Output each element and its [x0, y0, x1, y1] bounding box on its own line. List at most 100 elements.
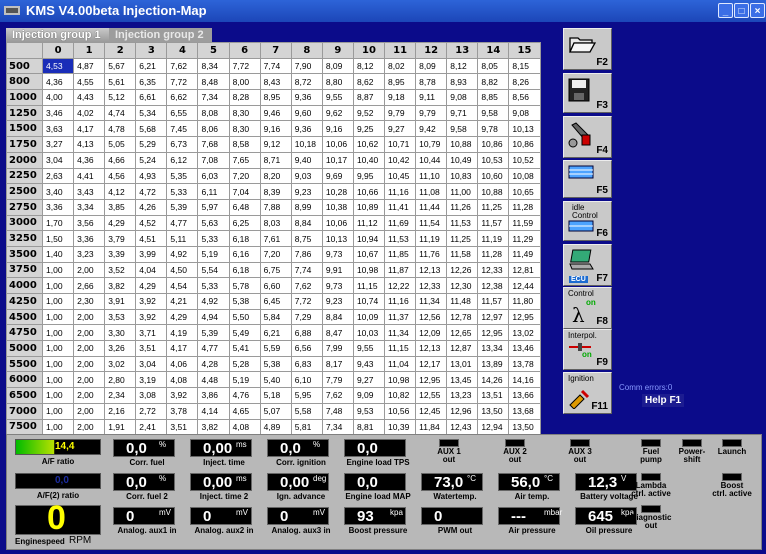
map-cell[interactable]: 3,39 [104, 245, 137, 263]
map-cell[interactable]: 4,21 [166, 293, 199, 310]
map-cell[interactable]: 8,02 [384, 57, 417, 75]
map-cell[interactable]: 8,95 [384, 73, 417, 91]
map-cell[interactable]: 8,39 [259, 183, 292, 200]
map-cell[interactable]: 12,44 [508, 277, 541, 294]
map-cell[interactable]: 9,09 [352, 387, 386, 404]
map-cell[interactable]: 6,61 [135, 89, 168, 106]
map-cell[interactable]: 12,55 [415, 387, 448, 404]
map-cell[interactable]: 12,94 [477, 418, 510, 436]
map-cell[interactable]: 11,25 [477, 198, 510, 216]
map-cell[interactable]: 4,56 [104, 167, 137, 185]
map-cell[interactable]: 13,78 [508, 355, 541, 373]
map-cell[interactable]: 6,88 [290, 324, 323, 342]
map-cell[interactable]: 2,00 [73, 308, 106, 326]
map-cell[interactable]: 11,84 [415, 418, 448, 436]
map-cell[interactable]: 9,55 [352, 340, 386, 357]
map-cell[interactable]: 10,09 [352, 308, 386, 326]
lambda-control-button[interactable]: Control on λ F8 [563, 287, 612, 329]
map-cell[interactable]: 12,33 [415, 277, 448, 294]
map-cell[interactable]: 4,76 [228, 387, 261, 404]
map-cell[interactable]: 8,47 [321, 324, 354, 342]
map-cell[interactable]: 1,91 [104, 418, 137, 436]
map-cell[interactable]: 5,38 [259, 355, 292, 373]
map-cell[interactable]: 5,12 [104, 89, 137, 106]
map-cell[interactable]: 3,04 [135, 355, 168, 373]
map-cell[interactable]: 5,38 [228, 293, 261, 310]
map-cell[interactable]: 9,53 [352, 402, 386, 420]
map-cell[interactable]: 8,81 [352, 418, 386, 436]
map-cell[interactable]: 10,88 [477, 183, 510, 200]
map-cell[interactable]: 9,11 [415, 89, 448, 106]
map-cell[interactable]: 5,19 [228, 371, 261, 389]
map-cell[interactable]: 3,26 [104, 340, 137, 357]
ignition-button[interactable]: Ignition F11 [563, 372, 612, 414]
map-cell[interactable]: 8,15 [508, 57, 541, 75]
map-cell[interactable]: 10,79 [415, 136, 448, 153]
map-cell[interactable]: 5,33 [197, 277, 230, 294]
map-cell[interactable]: 9,16 [259, 120, 292, 138]
map-cell[interactable]: 3,82 [104, 277, 137, 294]
map-cell[interactable]: 6,35 [135, 73, 168, 91]
map-cell[interactable]: 4,26 [135, 198, 168, 216]
map-cell[interactable]: 13,23 [446, 387, 479, 404]
map-cell[interactable]: 5,95 [290, 387, 323, 404]
map-cell[interactable]: 5,39 [197, 324, 230, 342]
map-cell[interactable]: 11,85 [384, 245, 417, 263]
map-cell[interactable]: 4,29 [135, 277, 168, 294]
map-cell[interactable]: 5,07 [259, 402, 292, 420]
map-cell[interactable]: 4,74 [104, 104, 137, 122]
map-cell[interactable]: 10,67 [352, 245, 386, 263]
map-cell[interactable]: 10,60 [477, 167, 510, 185]
map-cell[interactable]: 3,23 [73, 245, 106, 263]
map-cell[interactable]: 8,87 [352, 89, 386, 106]
map-cell[interactable]: 10,38 [321, 198, 354, 216]
map-cell[interactable]: 8,93 [446, 73, 479, 91]
map-cell[interactable]: 6,18 [228, 230, 261, 247]
map-cell[interactable]: 2,00 [73, 387, 106, 404]
map-cell[interactable]: 4,12 [104, 183, 137, 200]
map-cell[interactable]: 11,69 [384, 214, 417, 232]
map-cell[interactable]: 1,00 [41, 324, 75, 342]
map-cell[interactable]: 2,80 [104, 371, 137, 389]
map-cell[interactable]: 8,84 [290, 214, 323, 232]
map-cell[interactable]: 10,06 [321, 214, 354, 232]
map-cell[interactable]: 3,46 [41, 104, 75, 122]
map-cell[interactable]: 4,94 [197, 308, 230, 326]
map-cell[interactable]: 3,91 [104, 293, 137, 310]
map-cell[interactable]: 5,29 [135, 136, 168, 153]
map-cell[interactable]: 5,18 [259, 387, 292, 404]
map-cell[interactable]: 12,45 [415, 402, 448, 420]
map-cell[interactable]: 11,19 [477, 230, 510, 247]
map-cell[interactable]: 3,79 [104, 230, 137, 247]
map-cell[interactable]: 13,02 [508, 324, 541, 342]
map-cell[interactable]: 4,48 [197, 371, 230, 389]
map-cell[interactable]: 4,36 [41, 73, 75, 91]
map-cell[interactable]: 11,10 [415, 167, 448, 185]
maximize-button[interactable]: □ [734, 3, 749, 18]
map-cell[interactable]: 14,16 [508, 371, 541, 389]
map-cell[interactable]: 6,48 [228, 198, 261, 216]
map-cell[interactable]: 8,05 [477, 57, 510, 75]
map-cell[interactable]: 4,04 [135, 261, 168, 279]
map-cell[interactable]: 2,34 [104, 387, 137, 404]
map-cell[interactable]: 6,62 [166, 89, 199, 106]
map-cell[interactable]: 5,40 [259, 371, 292, 389]
map-cell[interactable]: 8,80 [321, 73, 354, 91]
map-cell[interactable]: 8,03 [259, 214, 292, 232]
map-cell[interactable]: 7,88 [259, 198, 292, 216]
map-cell[interactable]: 10,66 [352, 183, 386, 200]
map-cell[interactable]: 11,15 [352, 277, 386, 294]
map-cell[interactable]: 11,80 [508, 293, 541, 310]
map-cell[interactable]: 11,12 [352, 214, 386, 232]
map-cell[interactable]: 6,12 [166, 151, 199, 169]
map-cell[interactable]: 4,43 [73, 89, 106, 106]
map-cell[interactable]: 4,19 [166, 324, 199, 342]
map-cell[interactable]: 3,51 [135, 340, 168, 357]
map-cell[interactable]: 4,89 [259, 418, 292, 436]
map-cell[interactable]: 6,83 [290, 355, 323, 373]
map-cell[interactable]: 4,36 [73, 151, 106, 169]
map-cell[interactable]: 12,97 [477, 308, 510, 326]
map-cell[interactable]: 8,09 [415, 57, 448, 75]
map-cell[interactable]: 4,08 [166, 371, 199, 389]
map-cell[interactable]: 4,87 [73, 57, 106, 75]
